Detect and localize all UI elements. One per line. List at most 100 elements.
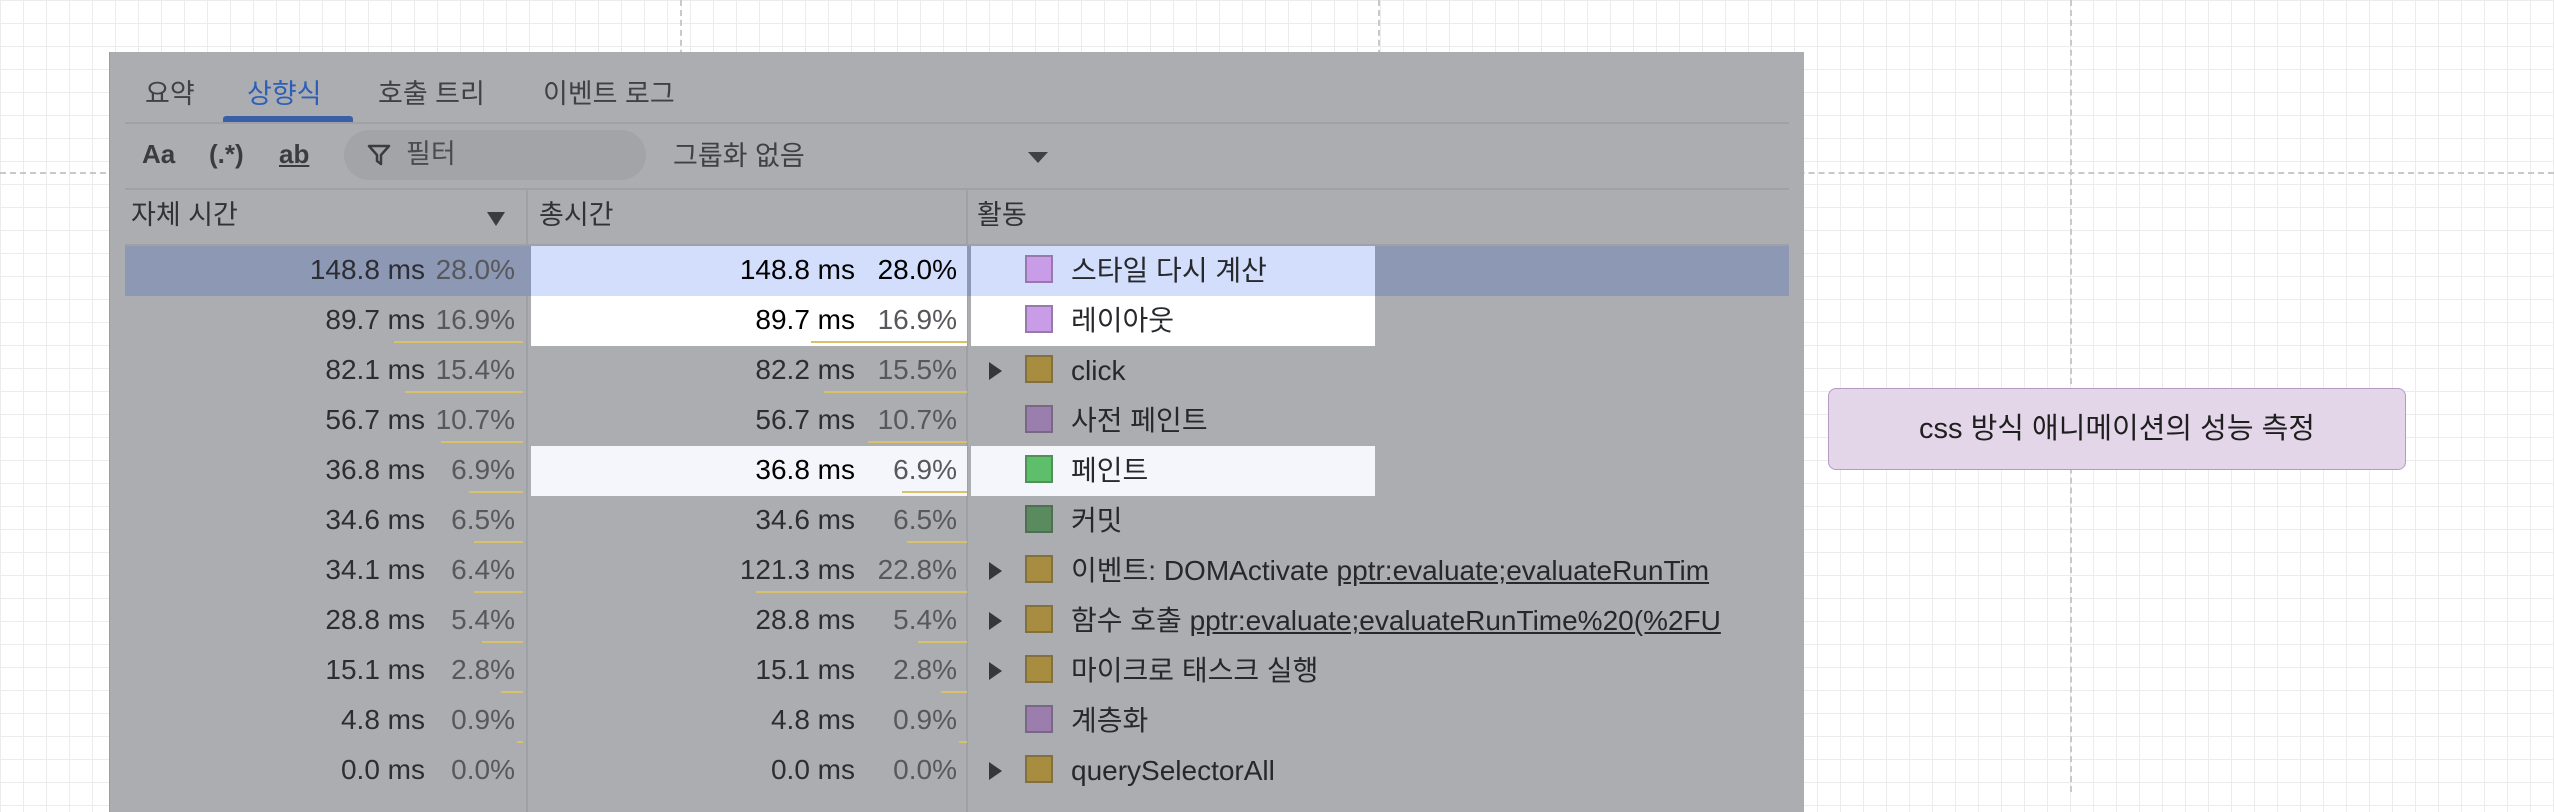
total-time-percent: 16.9%	[877, 304, 957, 335]
activity-cell: 커밋	[971, 496, 1789, 546]
self-time-percent: 6.9%	[451, 454, 515, 485]
category-color-swatch	[1025, 255, 1053, 283]
total-time-percent: 6.9%	[893, 454, 957, 485]
table-row[interactable]: 15.1 ms 2.8% 15.1 ms 2.8% 마이크로 태스크 실행	[125, 646, 1789, 696]
category-color-swatch	[1025, 405, 1053, 433]
total-time-value: 36.8 ms	[755, 454, 855, 485]
whole-word-button[interactable]: ab	[279, 134, 309, 174]
table-row[interactable]: 4.8 ms 0.9% 4.8 ms 0.9% 계층화	[125, 696, 1789, 746]
activity-name: 이벤트: DOMActivate pptr:evaluate;evaluateR…	[1071, 553, 1709, 589]
category-color-swatch	[1025, 455, 1053, 483]
total-time-percent: 15.5%	[877, 354, 957, 385]
self-time-cell: 82.1 ms 15.4%	[125, 346, 523, 396]
regex-button[interactable]: (.*)	[209, 134, 244, 174]
total-time-bar	[959, 741, 967, 743]
total-time-bar	[918, 641, 967, 643]
total-time-percent: 0.9%	[893, 704, 957, 735]
expand-arrow-icon[interactable]	[989, 562, 1002, 580]
chevron-down-icon[interactable]	[1028, 152, 1048, 163]
column-header-activity[interactable]: 활동	[977, 198, 1027, 232]
self-time-percent: 6.5%	[451, 504, 515, 535]
category-color-swatch	[1025, 605, 1053, 633]
grouping-select[interactable]: 그룹화 없음	[673, 136, 805, 176]
activity-name: 커밋	[1071, 503, 1123, 539]
column-header-total-time[interactable]: 총시간	[539, 198, 614, 232]
activity-label: 레이아웃	[1071, 305, 1175, 336]
total-time-value: 4.8 ms	[770, 704, 855, 735]
table-row[interactable]: 28.8 ms 5.4% 28.8 ms 5.4% 함수 호출 pptr:evaluat…	[125, 596, 1789, 646]
table-row[interactable]: 89.7 ms 16.9% 89.7 ms 16.9% 레이아웃	[125, 296, 1789, 346]
category-color-swatch	[1025, 355, 1053, 383]
activity-name: 레이아웃	[1071, 303, 1174, 339]
total-time-value: 121.3 ms	[739, 554, 855, 585]
activity-label: 스타일 다시 계산	[1071, 255, 1267, 286]
total-time-percent: 22.8%	[877, 554, 957, 585]
self-time-bar	[441, 441, 523, 443]
total-time-bar	[756, 591, 967, 593]
category-color-swatch	[1025, 755, 1053, 783]
self-time-bar	[469, 491, 523, 493]
expand-arrow-icon[interactable]	[989, 362, 1002, 380]
activity-name: 계층화	[1071, 703, 1148, 739]
total-time-cell: 15.1 ms 2.8%	[531, 646, 967, 696]
total-time-cell: 121.3 ms 22.8%	[531, 546, 967, 596]
activity-cell: 마이크로 태스크 실행	[971, 646, 1789, 696]
activity-name: 스타일 다시 계산	[1071, 253, 1267, 289]
source-link[interactable]: pptr:evaluate;evaluateRunTime%20(%2FU	[1190, 605, 1721, 636]
self-time-percent: 0.0%	[451, 754, 515, 785]
expand-arrow-icon[interactable]	[989, 662, 1002, 680]
activity-cell: 사전 페인트	[971, 396, 1789, 446]
total-time-percent: 0.0%	[893, 754, 957, 785]
self-time-percent: 16.9%	[435, 304, 515, 335]
self-time-percent: 10.7%	[435, 404, 515, 435]
total-time-bar	[902, 491, 967, 493]
table-row[interactable]: 82.1 ms 15.4% 82.2 ms 15.5% click	[125, 346, 1789, 396]
self-time-value: 36.8 ms	[325, 454, 425, 485]
tab-event-log[interactable]: 이벤트 로그	[543, 72, 675, 122]
total-time-cell: 148.8 ms 28.0%	[531, 246, 967, 296]
filter-input[interactable]: 필터	[344, 130, 646, 180]
activity-label: 사전 페인트	[1071, 405, 1208, 436]
self-time-value: 15.1 ms	[325, 654, 425, 685]
total-time-percent: 2.8%	[893, 654, 957, 685]
tab-bottom-up[interactable]: 상향식	[247, 72, 322, 122]
self-time-cell: 56.7 ms 10.7%	[125, 396, 523, 446]
self-time-value: 89.7 ms	[325, 304, 425, 335]
source-link[interactable]: pptr:evaluate;evaluateRunTim	[1337, 555, 1710, 586]
activity-name: 마이크로 태스크 실행	[1071, 653, 1318, 689]
total-time-cell: 0.0 ms 0.0%	[531, 746, 967, 796]
total-time-value: 28.8 ms	[755, 604, 855, 635]
table-row[interactable]: 34.6 ms 6.5% 34.6 ms 6.5% 커밋	[125, 496, 1789, 546]
expand-arrow-icon[interactable]	[989, 762, 1002, 780]
sort-desc-icon[interactable]	[487, 212, 505, 226]
activity-name: 사전 페인트	[1071, 403, 1208, 439]
self-time-value: 0.0 ms	[340, 754, 425, 785]
activity-name: 함수 호출 pptr:evaluate;evaluateRunTime%20(%…	[1071, 603, 1721, 639]
self-time-bar	[474, 591, 523, 593]
column-header-self-time[interactable]: 자체 시간	[131, 198, 238, 232]
self-time-percent: 2.8%	[451, 654, 515, 685]
table-row[interactable]: 36.8 ms 6.9% 36.8 ms 6.9% 페인트	[125, 446, 1789, 496]
table-row[interactable]: 0.0 ms 0.0% 0.0 ms 0.0% querySelectorAll	[125, 746, 1789, 796]
total-time-cell: 56.7 ms 10.7%	[531, 396, 967, 446]
tab-call-tree[interactable]: 호출 트리	[378, 72, 485, 122]
activity-label: 페인트	[1071, 455, 1149, 486]
table-row[interactable]: 34.1 ms 6.4% 121.3 ms 22.8% 이벤트: DOMActivate…	[125, 546, 1789, 596]
category-color-swatch	[1025, 655, 1053, 683]
activity-name: click	[1071, 353, 1125, 389]
total-time-percent: 10.7%	[877, 404, 957, 435]
tab-bar: 요약 상향식 호출 트리 이벤트 로그	[125, 52, 1789, 124]
table-row[interactable]: 148.8 ms 28.0% 148.8 ms 28.0% 스타일 다시 계산	[125, 246, 1789, 296]
total-time-value: 89.7 ms	[755, 304, 855, 335]
self-time-value: 4.8 ms	[340, 704, 425, 735]
self-time-cell: 148.8 ms 28.0%	[125, 246, 523, 296]
self-time-value: 34.6 ms	[325, 504, 425, 535]
total-time-percent: 5.4%	[893, 604, 957, 635]
self-time-cell: 0.0 ms 0.0%	[125, 746, 523, 796]
self-time-bar	[474, 541, 523, 543]
table-row[interactable]: 56.7 ms 10.7% 56.7 ms 10.7% 사전 페인트	[125, 396, 1789, 446]
match-case-button[interactable]: Aa	[142, 134, 175, 174]
total-time-value: 15.1 ms	[755, 654, 855, 685]
expand-arrow-icon[interactable]	[989, 612, 1002, 630]
tab-summary[interactable]: 요약	[145, 72, 195, 122]
